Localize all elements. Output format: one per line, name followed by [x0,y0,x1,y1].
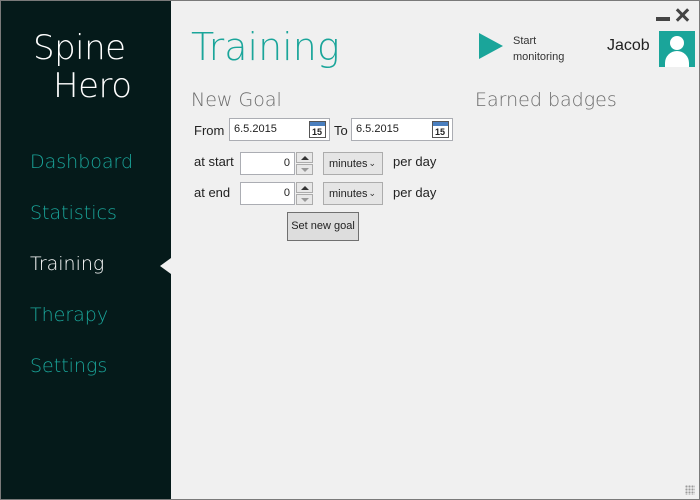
sidebar-item-statistics[interactable]: Statistics [1,190,171,241]
sidebar-nav: Dashboard Statistics Training Therapy Se… [1,139,171,394]
play-icon [479,33,503,59]
calendar-icon-day: 15 [312,127,323,137]
calendar-icon-bar [310,122,325,126]
start-monitoring-line-2: monitoring [513,51,565,63]
set-new-goal-button[interactable]: Set new goal [287,212,359,241]
sidebar: Spine Hero Dashboard Statistics Training… [1,1,171,499]
app-logo: Spine Hero [33,29,143,105]
at-start-input[interactable]: 0 [240,152,295,175]
to-label: To [334,123,348,138]
at-start-unit-select[interactable]: minutes ⌄ [323,152,383,175]
at-end-stepper [296,182,313,205]
start-monitoring-label: Start monitoring [513,33,583,65]
chevron-down-icon: ⌄ [368,188,376,198]
sidebar-item-therapy[interactable]: Therapy [1,292,171,343]
calendar-icon[interactable]: 15 [309,121,326,138]
user-icon [670,36,684,50]
at-start-decrement-button[interactable] [296,164,313,175]
user-icon-body [665,51,689,67]
at-start-label: at start [194,154,234,169]
sidebar-item-settings[interactable]: Settings [1,343,171,394]
at-start-value: 0 [283,157,290,169]
chevron-down-icon: ⌄ [368,158,376,168]
from-label: From [194,123,225,138]
sidebar-item-dashboard[interactable]: Dashboard [1,139,171,190]
at-end-increment-button[interactable] [296,182,313,193]
at-start-unit-value: minutes [329,158,367,170]
at-start-increment-button[interactable] [296,152,313,163]
start-monitoring-button[interactable]: Start monitoring [479,31,579,67]
at-end-input[interactable]: 0 [240,182,295,205]
at-end-value: 0 [283,187,290,199]
calendar-icon-bar [433,122,448,126]
per-day-label: per day [393,185,437,200]
new-goal-title: New Goal [191,89,282,111]
to-date-value: 6.5.2015 [356,123,399,135]
per-day-label: per day [393,154,437,169]
at-start-stepper [296,152,313,175]
page-title: Training [191,25,340,69]
to-date-picker[interactable]: 6.5.2015 15 [351,118,453,141]
close-icon[interactable] [675,7,691,23]
sidebar-item-training[interactable]: Training [1,241,171,292]
user-avatar-button[interactable] [659,31,695,67]
logo-line-2: Hero [53,66,132,106]
calendar-icon-day: 15 [435,127,446,137]
calendar-icon[interactable]: 15 [432,121,449,138]
at-end-unit-select[interactable]: minutes ⌄ [323,182,383,205]
earned-badges-title: Earned badges [475,89,617,111]
main-content: Training Start monitoring Jacob New Goal… [171,1,699,499]
start-monitoring-line-1: Start [513,35,537,47]
from-date-value: 6.5.2015 [234,123,277,135]
at-end-decrement-button[interactable] [296,194,313,205]
user-name: Jacob [607,37,650,54]
from-date-picker[interactable]: 6.5.2015 15 [229,118,330,141]
at-end-unit-value: minutes [329,188,367,200]
logo-line-1: Spine [33,28,126,68]
resize-grip[interactable] [685,485,695,495]
minimize-icon[interactable] [655,9,671,25]
at-end-label: at end [194,185,231,200]
app-window: Spine Hero Dashboard Statistics Training… [0,0,700,500]
